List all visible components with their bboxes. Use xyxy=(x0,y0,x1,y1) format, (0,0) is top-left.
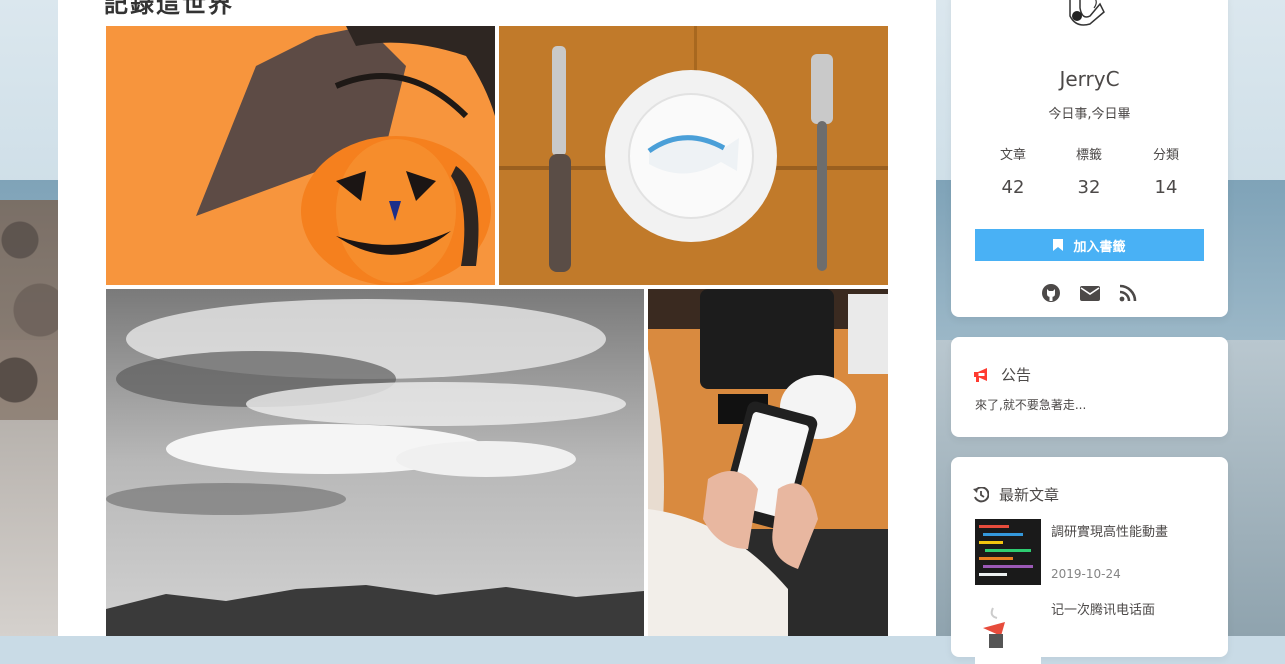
github-icon[interactable] xyxy=(1040,282,1062,304)
announcement-card xyxy=(951,337,1228,437)
stat-value: 32 xyxy=(1077,177,1101,198)
recent-post-thumbnail[interactable] xyxy=(975,598,1041,664)
author-avatar[interactable] xyxy=(1060,0,1112,34)
recent-post-date: 2019-10-24 xyxy=(1051,567,1121,581)
gallery-image-pumpkin[interactable] xyxy=(106,26,495,285)
announcement-text: 來了,就不要急著走... xyxy=(975,398,1087,412)
gallery-image-plate[interactable] xyxy=(499,26,888,285)
stat-articles[interactable]: 文章 42 xyxy=(973,144,1053,198)
recent-posts-title: 最新文章 xyxy=(999,486,1060,504)
stat-label: 分類 xyxy=(1152,148,1179,163)
stat-label: 標籤 xyxy=(1075,148,1102,163)
bookmark-icon xyxy=(1053,239,1064,251)
author-name: JerryC xyxy=(1059,67,1120,91)
post-title: 記錄這世界 xyxy=(104,0,234,18)
stat-label: 文章 xyxy=(999,148,1026,163)
email-icon[interactable] xyxy=(1079,282,1101,304)
add-bookmark-label: 加入書籤 xyxy=(1073,238,1126,254)
stat-categories[interactable]: 分類 14 xyxy=(1126,144,1206,198)
stat-tags[interactable]: 標籤 32 xyxy=(1049,144,1129,198)
history-icon xyxy=(973,486,989,502)
recent-post-title[interactable]: 調研實現高性能動畫 xyxy=(1051,521,1168,540)
recent-posts-header: 最新文章 xyxy=(973,484,1059,505)
stat-value: 42 xyxy=(1001,177,1025,198)
megaphone-icon xyxy=(974,367,987,382)
announcement-header: 公告 xyxy=(973,364,1031,385)
rss-icon[interactable] xyxy=(1117,282,1139,304)
gallery-image-clouds[interactable] xyxy=(106,289,644,636)
gallery-image-phone[interactable] xyxy=(648,289,888,636)
stat-value: 14 xyxy=(1154,177,1178,198)
recent-post-title[interactable]: 记一次腾讯电话面 xyxy=(1051,599,1155,618)
announcement-title: 公告 xyxy=(1001,366,1032,384)
author-description: 今日事,今日畢 xyxy=(1048,107,1131,122)
add-bookmark-button[interactable]: 加入書籤 xyxy=(975,229,1204,261)
recent-post-thumbnail[interactable] xyxy=(975,519,1041,585)
